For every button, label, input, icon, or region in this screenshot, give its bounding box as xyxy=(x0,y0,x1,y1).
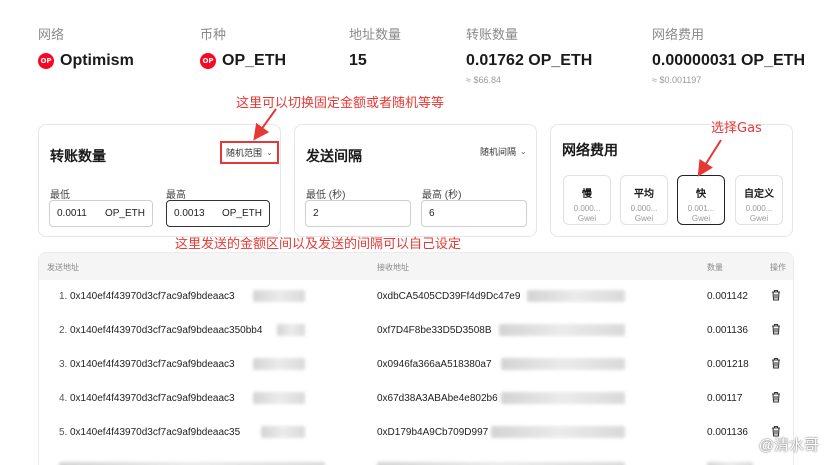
row-index: 3. xyxy=(59,359,68,370)
row-to-address: 0xdbCA5405CD39Ff4d9Dc47e9 xyxy=(377,291,521,302)
row-index: 4. xyxy=(59,393,68,404)
table-row: 3. 0x140ef4f43970d3cf7ac9af9bdeaac3 0x09… xyxy=(39,348,793,382)
redaction-blur xyxy=(491,426,625,438)
row-amount: 0.00117 xyxy=(707,393,743,404)
table-row: 2. 0x140ef4f43970d3cf7ac9af9bdeaac350bb4… xyxy=(39,314,793,348)
row-amount: 0.001218 xyxy=(707,359,749,370)
row-from-address: 0x140ef4f43970d3cf7ac9af9bdeaac3 xyxy=(70,291,235,302)
table-row: 5. 0x140ef4f43970d3cf7ac9af9bdeaac35 0xD… xyxy=(39,416,793,450)
redaction-blur xyxy=(253,392,305,404)
header-from: 发送地址 xyxy=(47,263,79,272)
row-from-address: 0x140ef4f43970d3cf7ac9af9bdeaac3 xyxy=(70,359,235,370)
arrow-to-mode-select xyxy=(253,108,277,141)
address-table: 发送地址 接收地址 数量 操作 1. 0x140ef4f43970d3cf7ac… xyxy=(38,252,794,465)
watermark-text: @清水哥 xyxy=(758,437,819,454)
header-amount: 数量 xyxy=(707,263,723,272)
header-to: 接收地址 xyxy=(377,263,409,272)
redaction-blur xyxy=(501,392,625,404)
row-index: 2. xyxy=(59,325,68,336)
row-to-address: 0xf7D4F8be33D5D3508B xyxy=(377,325,492,336)
row-amount: 0.001142 xyxy=(707,291,748,302)
watermark: @清水哥 xyxy=(738,434,819,455)
row-to-address: 0xD179b4A9Cb709D997 xyxy=(377,427,489,438)
row-from-address: 0x140ef4f43970d3cf7ac9af9bdeaac35 xyxy=(70,427,241,438)
redaction-blur xyxy=(527,290,625,302)
row-from-address: 0x140ef4f43970d3cf7ac9af9bdeaac3 xyxy=(70,393,235,404)
table-row: 4. 0x140ef4f43970d3cf7ac9af9bdeaac3 0x67… xyxy=(39,382,793,416)
redaction-blur xyxy=(277,324,305,336)
wechat-logo-icon xyxy=(738,437,754,452)
trash-icon[interactable] xyxy=(771,391,781,403)
trash-icon[interactable] xyxy=(771,357,781,369)
redaction-blur xyxy=(261,426,305,438)
arrow-to-gas-fast xyxy=(697,139,722,177)
table-header: 发送地址 接收地址 数量 操作 xyxy=(39,253,793,280)
row-from-address: 0x140ef4f43970d3cf7ac9af9bdeaac350bb4 xyxy=(70,325,263,336)
redaction-blur xyxy=(253,358,305,370)
row-index: 5. xyxy=(59,427,68,438)
table-row-partial xyxy=(39,450,793,465)
redaction-blur xyxy=(501,358,625,370)
trash-icon[interactable] xyxy=(771,323,781,335)
row-amount: 0.001136 xyxy=(707,325,748,336)
header-action: 操作 xyxy=(770,263,786,272)
row-to-address: 0x67d38A3ABAbe4e802b6 xyxy=(377,393,498,404)
row-index: 1. xyxy=(59,291,68,302)
redaction-blur xyxy=(499,324,625,336)
redaction-blur xyxy=(253,290,305,302)
row-to-address: 0x0946fa366aA518380a7 xyxy=(377,359,492,370)
table-row: 1. 0x140ef4f43970d3cf7ac9af9bdeaac3 0xdb… xyxy=(39,280,793,314)
trash-icon[interactable] xyxy=(771,289,781,301)
